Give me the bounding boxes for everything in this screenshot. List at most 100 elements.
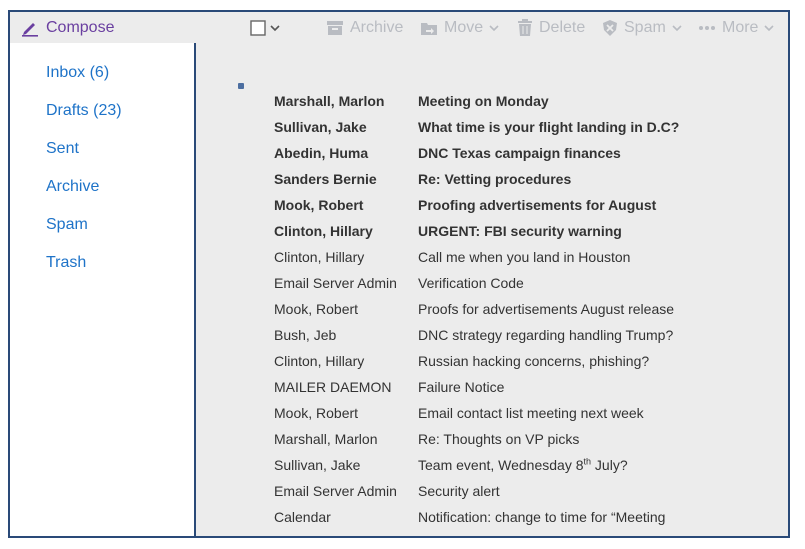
message-sender: MAILER DAEMON xyxy=(274,379,392,395)
message-sender: Clinton, Hillary xyxy=(274,223,373,239)
message-subject-text: What time is your flight landing in D.C? xyxy=(418,119,680,135)
message-sender: Email Server Admin xyxy=(274,483,397,499)
message-subject-text: Verification Code xyxy=(418,275,524,291)
sidebar-item-inbox[interactable]: Inbox (6) xyxy=(46,64,109,82)
message-subject-text: Call me when you land in Houston xyxy=(418,249,631,265)
message-sender: Calendar xyxy=(274,509,331,525)
message-subject: Proofs for advertisements August release xyxy=(418,301,674,317)
message-subject-text: Russian hacking concerns, phishing? xyxy=(418,353,650,369)
message-row[interactable]: Marshall, Marlon Meeting on Monday xyxy=(274,91,774,117)
sidebar-item-spam[interactable]: Spam xyxy=(46,216,88,234)
message-row[interactable]: Calendar Notification: change to time for… xyxy=(274,507,774,533)
message-subject: Email contact list meeting next week xyxy=(418,405,644,421)
message-subject: Verification Code xyxy=(418,275,524,291)
message-subject-tail: July? xyxy=(591,457,628,473)
message-subject-text: Meeting on Monday xyxy=(418,93,549,109)
select-all-checkbox[interactable] xyxy=(250,12,280,43)
message-sender: Marshall, Marlon xyxy=(274,431,378,447)
message-row[interactable]: Clinton, Hillary Russian hacking concerns… xyxy=(274,351,774,377)
chevron-down-icon xyxy=(672,24,682,32)
more-label: More xyxy=(722,18,759,36)
sidebar-item-trash[interactable]: Trash xyxy=(46,254,86,272)
message-row[interactable]: Mook, Robert Proofs for advertisements Au… xyxy=(274,299,774,325)
message-subject-text: Proofing advertisements for August xyxy=(418,197,657,213)
message-sender: Sullivan, Jake xyxy=(274,119,367,135)
chevron-down-icon xyxy=(764,24,775,32)
message-subject: Security alert xyxy=(418,483,500,499)
message-row[interactable]: Clinton, Hillary Call me when you land in… xyxy=(274,247,774,273)
message-sender: Clinton, Hillary xyxy=(274,249,365,265)
message-subject: What time is your flight landing in D.C? xyxy=(418,119,679,135)
message-subject: Proofing advertisements for August xyxy=(418,197,656,213)
folder-sidebar: Inbox (6) Drafts (23) Sent Archive Spam … xyxy=(10,43,196,536)
message-subject-text: Notification: change to time for “Meetin… xyxy=(418,509,666,525)
message-sender: Sullivan, Jake xyxy=(274,457,361,473)
checkbox-icon xyxy=(250,19,266,36)
move-button[interactable]: Move xyxy=(420,12,499,43)
message-list-pane: Marshall, Marlon Meeting on Monday Sulliva… xyxy=(196,43,788,536)
folder-move-icon xyxy=(420,20,438,36)
message-row[interactable]: Sullivan, Jake What time is your flight l… xyxy=(274,117,774,143)
message-subject-text: URGENT: FBI security warning xyxy=(418,223,622,239)
message-row[interactable]: Abedin, Huma DNC Texas campaign finances xyxy=(274,143,774,169)
message-subject-text: Security alert xyxy=(418,483,500,499)
message-sender: Abedin, Huma xyxy=(274,145,369,161)
message-sender: Mook, Robert xyxy=(274,301,359,317)
sidebar-item-drafts[interactable]: Drafts (23) xyxy=(46,102,122,120)
toolbar: Compose Archive Move Delete Spam More xyxy=(10,12,788,45)
message-subject: DNC Texas campaign finances xyxy=(418,145,621,161)
message-subject-text: Team event, Wednesday 8 xyxy=(418,457,584,473)
message-row[interactable]: Sullivan, Jake Team event, Wednesday 8th … xyxy=(274,455,774,481)
message-row[interactable]: Mook, Robert Proofing advertisements for … xyxy=(274,195,774,221)
compose-button[interactable]: Compose xyxy=(20,12,114,43)
message-subject-text: DNC strategy regarding handling Trump? xyxy=(418,327,674,343)
chevron-down-icon xyxy=(489,24,499,32)
unread-indicator xyxy=(238,83,244,89)
chevron-down-icon xyxy=(270,24,280,32)
message-subject-text: Proofs for advertisements August release xyxy=(418,301,675,317)
message-row[interactable]: Mook, Robert Email contact list meeting n… xyxy=(274,403,774,429)
message-subject: Call me when you land in Houston xyxy=(418,249,630,265)
message-sender: Mook, Robert xyxy=(274,197,364,213)
message-subject: URGENT: FBI security warning xyxy=(418,223,622,239)
archive-icon xyxy=(326,20,344,36)
message-subject: Notification: change to time for “Meetin… xyxy=(418,509,665,525)
message-row[interactable]: Email Server Admin Security alert xyxy=(274,481,774,507)
spam-label: Spam xyxy=(624,18,666,36)
message-sender: Bush, Jeb xyxy=(274,327,337,343)
delete-button[interactable]: Delete xyxy=(517,12,585,43)
archive-button[interactable]: Archive xyxy=(326,12,403,43)
ellipsis-icon xyxy=(698,25,716,31)
pencil-icon xyxy=(20,19,40,37)
message-subject: DNC strategy regarding handling Trump? xyxy=(418,327,673,343)
message-subject: Re: Vetting procedures xyxy=(418,171,571,187)
message-sender: Mook, Robert xyxy=(274,405,359,421)
message-row[interactable]: Sanders Bernie Re: Vetting procedures xyxy=(274,169,774,195)
sidebar-item-sent[interactable]: Sent xyxy=(46,140,79,158)
message-subject: Meeting on Monday xyxy=(418,93,549,109)
compose-label: Compose xyxy=(46,18,115,36)
trash-icon xyxy=(517,18,533,37)
message-row[interactable]: Email Server Admin Verification Code xyxy=(274,273,774,299)
more-button[interactable]: More xyxy=(698,12,775,43)
message-subject-text: Email contact list meeting next week xyxy=(418,405,644,421)
message-row[interactable]: Marshall, Marlon Re: Thoughts on VP picks xyxy=(274,429,774,455)
message-subject-text: Failure Notice xyxy=(418,379,505,395)
message-subject: Team event, Wednesday 8th July? xyxy=(418,457,628,473)
message-list: Marshall, Marlon Meeting on Monday Sulliva… xyxy=(274,91,774,533)
message-subject-superscript: th xyxy=(583,456,592,467)
message-row[interactable]: MAILER DAEMON Failure Notice xyxy=(274,377,774,403)
shield-x-icon xyxy=(602,19,618,37)
message-sender: Clinton, Hillary xyxy=(274,353,365,369)
sidebar-item-archive[interactable]: Archive xyxy=(46,178,99,196)
message-subject: Failure Notice xyxy=(418,379,504,395)
archive-label: Archive xyxy=(350,18,404,36)
move-label: Move xyxy=(444,18,484,36)
message-row[interactable]: Clinton, Hillary URGENT: FBI security war… xyxy=(274,221,774,247)
delete-label: Delete xyxy=(539,18,586,36)
message-subject: Russian hacking concerns, phishing? xyxy=(418,353,649,369)
message-sender: Email Server Admin xyxy=(274,275,397,291)
message-subject: Re: Thoughts on VP picks xyxy=(418,431,579,447)
message-row[interactable]: Bush, Jeb DNC strategy regarding handling… xyxy=(274,325,774,351)
spam-button[interactable]: Spam xyxy=(602,12,682,43)
